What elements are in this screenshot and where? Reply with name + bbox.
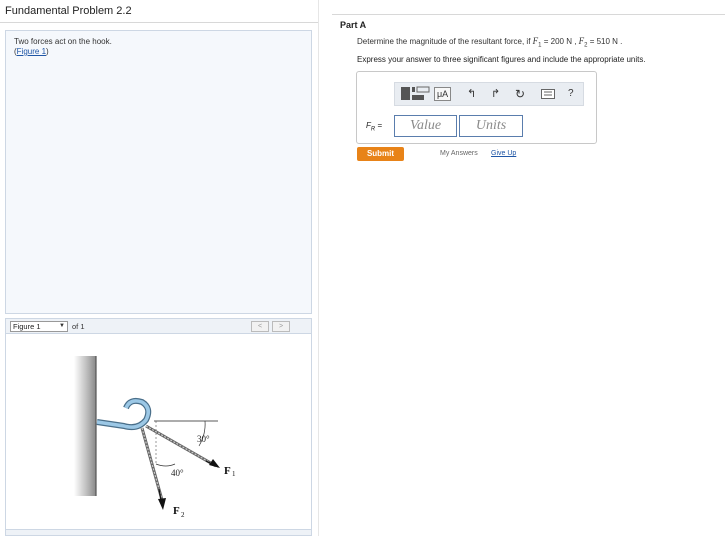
f2-value: = 510 N xyxy=(587,37,618,46)
problem-statement-box: Two forces act on the hook. (Figure 1) xyxy=(5,30,312,314)
angle-30-label: 30° xyxy=(197,434,210,444)
paren-close: ) xyxy=(46,47,49,56)
prev-figure-button[interactable]: < xyxy=(251,321,269,332)
question-pre: Determine the magnitude of the resultant… xyxy=(357,37,533,46)
figure-area: 30° 40° F 1 F 2 xyxy=(5,334,312,530)
answer-box: μA ↰ ↱ ↻ ? FR = Value Units xyxy=(356,71,597,144)
divider xyxy=(0,22,318,23)
figure-footer xyxy=(5,530,312,536)
give-up-link[interactable]: Give Up xyxy=(491,150,516,157)
wall xyxy=(74,356,96,496)
f2-label: F xyxy=(173,505,180,517)
f1-subscript: 1 xyxy=(232,470,236,478)
figure-link-line: (Figure 1) xyxy=(14,47,49,57)
mu-units-button[interactable]: μA xyxy=(434,87,452,101)
hook-figure: 30° 40° F 1 F 2 xyxy=(74,356,236,519)
my-answers-label: My Answers xyxy=(440,150,478,157)
help-button[interactable]: ? xyxy=(568,86,574,102)
column-divider xyxy=(318,0,319,536)
question-end: . xyxy=(617,37,623,46)
left-panel: Fundamental Problem 2.2 Two forces act o… xyxy=(0,0,318,536)
problem-text: Two forces act on the hook. xyxy=(14,37,112,46)
figure-count: of 1 xyxy=(72,322,85,331)
template-icon[interactable] xyxy=(401,86,431,102)
right-panel: Part A Determine the magnitude of the re… xyxy=(318,0,725,536)
units-input[interactable]: Units xyxy=(459,115,523,137)
part-label: Part A xyxy=(340,20,367,30)
divider xyxy=(332,14,725,15)
submit-button[interactable]: Submit xyxy=(357,147,404,161)
reset-icon[interactable]: ↻ xyxy=(515,86,525,102)
undo-icon[interactable]: ↰ xyxy=(467,86,476,102)
instruction-text: Express your answer to three significant… xyxy=(357,55,646,64)
problem-title: Fundamental Problem 2.2 xyxy=(5,5,132,17)
redo-icon[interactable]: ↱ xyxy=(491,86,500,102)
next-figure-button[interactable]: > xyxy=(272,321,290,332)
equation-toolbar: μA ↰ ↱ ↻ ? xyxy=(394,82,584,106)
chevron-down-icon: ▼ xyxy=(59,323,65,329)
keyboard-icon[interactable] xyxy=(541,89,555,105)
separator: , xyxy=(571,37,579,46)
f1-value: = 200 N xyxy=(541,37,572,46)
f1-label: F xyxy=(224,465,231,477)
figure-select[interactable]: Figure 1 ▼ xyxy=(10,321,68,332)
angle-40-label: 40° xyxy=(171,468,184,478)
question-text: Determine the magnitude of the resultant… xyxy=(357,36,622,49)
f2-subscript: 2 xyxy=(181,511,185,519)
fr-equals: = xyxy=(375,121,383,130)
value-input[interactable]: Value xyxy=(394,115,457,137)
figure-toolbar: Figure 1 ▼ of 1 < > xyxy=(5,318,312,334)
figure-select-value: Figure 1 xyxy=(13,322,41,331)
f2-arrowhead xyxy=(158,498,166,510)
figure-link[interactable]: Figure 1 xyxy=(17,47,46,56)
fr-label: FR = xyxy=(366,121,382,133)
